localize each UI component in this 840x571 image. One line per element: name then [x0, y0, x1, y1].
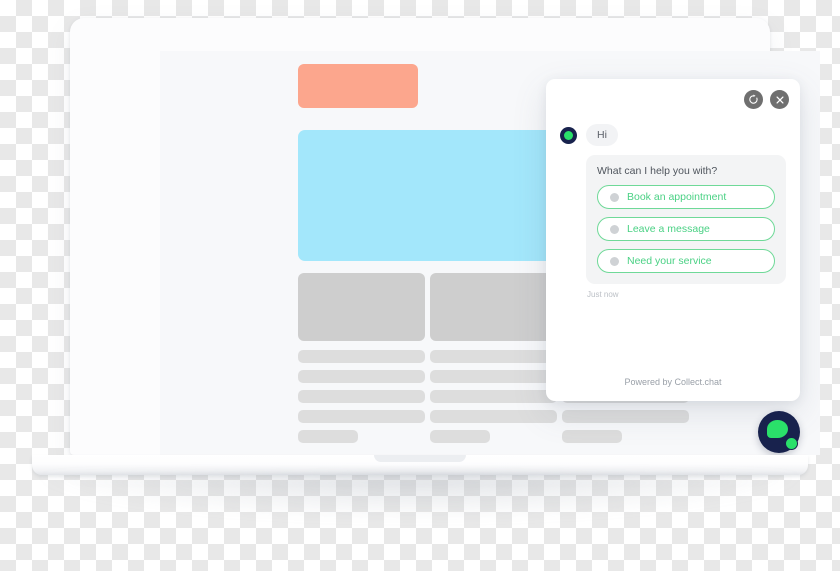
- option-label: Book an appointment: [627, 191, 727, 203]
- close-button[interactable]: [770, 90, 789, 109]
- radio-icon: [610, 224, 619, 234]
- text-line: [430, 410, 557, 423]
- laptop-shadow: [40, 474, 800, 520]
- text-line: [298, 370, 425, 383]
- radio-icon: [610, 256, 619, 266]
- option-leave-a-message[interactable]: Leave a message: [597, 217, 775, 241]
- option-label: Need your service: [627, 255, 712, 267]
- content-column-1: [298, 273, 425, 443]
- greeting-message-row: Hi: [560, 124, 786, 146]
- chat-bubble-icon: [767, 420, 788, 438]
- text-line: [298, 350, 425, 363]
- chat-widget[interactable]: Hi What can I help you with? Book an app…: [546, 79, 800, 401]
- laptop-base-notch: [374, 455, 466, 462]
- text-line: [298, 410, 425, 423]
- laptop-mockup: Hi What can I help you with? Book an app…: [0, 0, 840, 571]
- text-line: [562, 430, 622, 443]
- chat-widget-controls: [744, 90, 789, 109]
- option-need-your-service[interactable]: Need your service: [597, 249, 775, 273]
- text-line: [430, 370, 557, 383]
- chat-message-list: Hi What can I help you with? Book an app…: [546, 124, 800, 299]
- refresh-button[interactable]: [744, 90, 763, 109]
- avatar-status-dot: [564, 130, 573, 140]
- laptop-screen: Hi What can I help you with? Book an app…: [160, 51, 820, 455]
- content-column-2: [430, 273, 557, 443]
- card-image-placeholder: [298, 273, 425, 341]
- greeting-bubble: Hi: [586, 124, 618, 146]
- launcher-status-badge: [785, 437, 798, 450]
- chat-launcher-button[interactable]: [758, 411, 800, 453]
- text-line: [298, 390, 425, 403]
- message-timestamp: Just now: [587, 290, 619, 299]
- text-line: [430, 430, 490, 443]
- text-line: [562, 410, 689, 423]
- site-header-chip: [298, 64, 418, 108]
- refresh-icon: [749, 94, 758, 104]
- laptop-lid: Hi What can I help you with? Book an app…: [70, 18, 820, 455]
- text-line: [430, 390, 557, 403]
- radio-icon: [610, 192, 619, 202]
- close-icon: [775, 95, 784, 104]
- website-mockup: Hi What can I help you with? Book an app…: [160, 51, 820, 455]
- bot-avatar: [560, 126, 577, 144]
- text-line: [430, 350, 557, 363]
- question-text: What can I help you with?: [597, 165, 718, 177]
- option-book-an-appointment[interactable]: Book an appointment: [597, 185, 775, 209]
- powered-by-label: Powered by Collect.chat: [624, 377, 722, 387]
- option-label: Leave a message: [627, 223, 710, 235]
- card-image-placeholder: [430, 273, 557, 341]
- text-line: [298, 430, 358, 443]
- question-message-group: What can I help you with? Book an appoin…: [586, 155, 786, 284]
